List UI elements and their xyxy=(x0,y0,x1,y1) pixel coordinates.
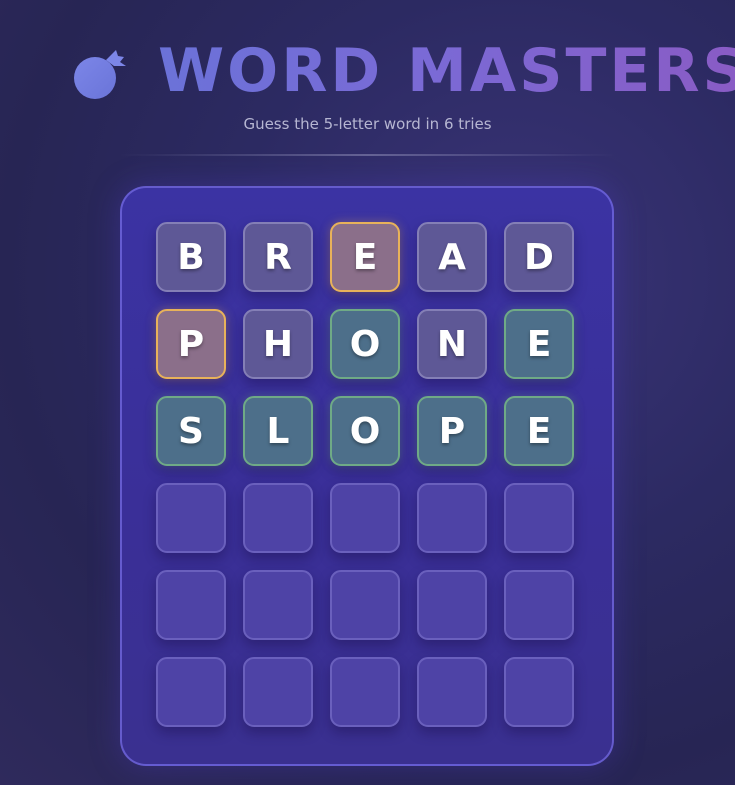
empty-tile xyxy=(330,657,400,727)
letter-tile: O xyxy=(330,396,400,466)
empty-tile xyxy=(156,570,226,640)
empty-tile xyxy=(417,657,487,727)
letter-tile: R xyxy=(243,222,313,292)
empty-tile xyxy=(243,657,313,727)
letter-tile: E xyxy=(330,222,400,292)
letter-tile: P xyxy=(417,396,487,466)
letter-tile: L xyxy=(243,396,313,466)
game-board: BREADPHONESLOPE xyxy=(120,186,614,766)
letter-tile: D xyxy=(504,222,574,292)
divider xyxy=(120,154,615,156)
letter-tile: E xyxy=(504,309,574,379)
empty-tile xyxy=(243,570,313,640)
empty-tile xyxy=(417,483,487,553)
empty-tile xyxy=(330,570,400,640)
bomb-icon xyxy=(74,50,126,99)
empty-tile xyxy=(504,657,574,727)
letter-tile: O xyxy=(330,309,400,379)
empty-tile xyxy=(243,483,313,553)
empty-tile xyxy=(504,483,574,553)
header: WORD MASTERS xyxy=(0,38,735,108)
letter-tile: A xyxy=(417,222,487,292)
letter-tile: B xyxy=(156,222,226,292)
letter-tile: E xyxy=(504,396,574,466)
empty-tile xyxy=(417,570,487,640)
empty-tile xyxy=(330,483,400,553)
letter-tile: N xyxy=(417,309,487,379)
letter-tile: S xyxy=(156,396,226,466)
empty-tile xyxy=(504,570,574,640)
empty-tile xyxy=(156,483,226,553)
page-title: WORD MASTERS xyxy=(158,38,735,104)
letter-tile: H xyxy=(243,309,313,379)
empty-tile xyxy=(156,657,226,727)
subtitle: Guess the 5-letter word in 6 tries xyxy=(243,115,492,133)
letter-tile: P xyxy=(156,309,226,379)
